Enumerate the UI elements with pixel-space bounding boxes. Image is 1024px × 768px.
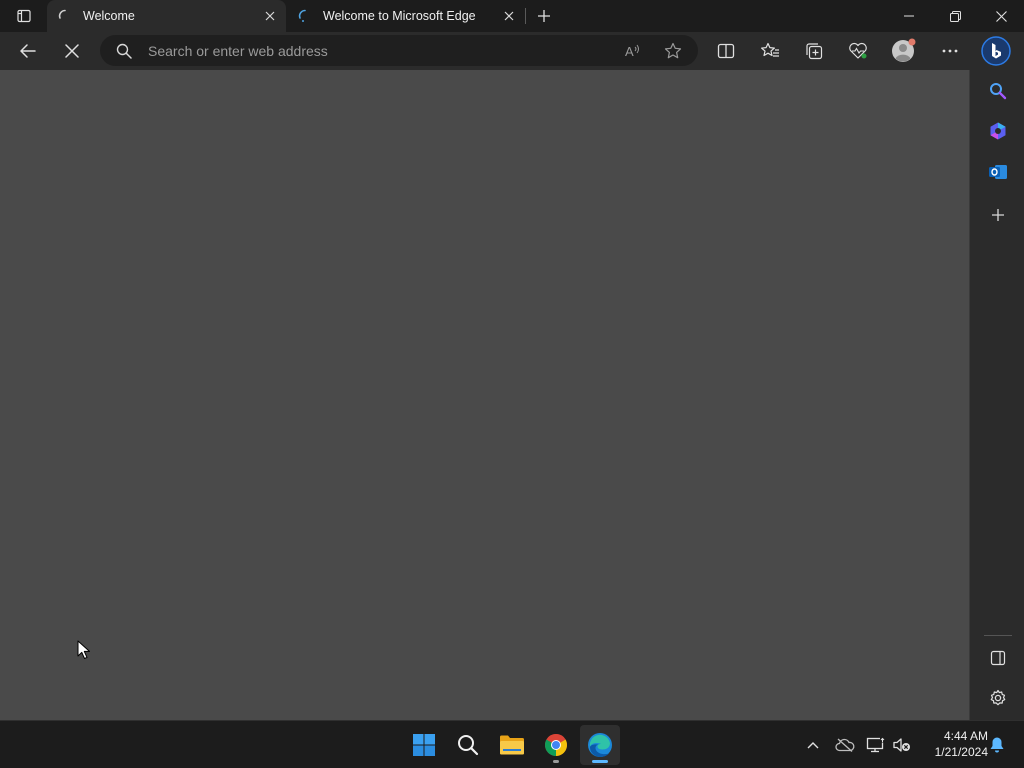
profile-avatar bbox=[892, 38, 916, 62]
split-screen-button[interactable] bbox=[710, 35, 742, 67]
chevron-up-icon bbox=[807, 742, 819, 749]
network-tray-button[interactable] bbox=[866, 735, 886, 755]
plus-icon bbox=[538, 10, 550, 22]
close-window-button[interactable] bbox=[978, 0, 1024, 32]
windows-start-icon bbox=[413, 734, 435, 756]
onedrive-offline-icon bbox=[835, 738, 855, 752]
clock-date: 1/21/2024 bbox=[934, 745, 988, 759]
sidebar-settings-button[interactable] bbox=[984, 684, 1012, 712]
search-icon bbox=[990, 83, 1007, 100]
show-hidden-icons-button[interactable] bbox=[803, 735, 823, 755]
browser-essentials-icon bbox=[849, 42, 867, 59]
tab-title: Welcome to Microsoft Edge bbox=[323, 9, 476, 23]
sidebar-outlook-button[interactable] bbox=[984, 158, 1012, 186]
add-favorite-icon[interactable] bbox=[661, 39, 685, 63]
address-bar[interactable]: A bbox=[100, 35, 698, 66]
volume-muted-icon bbox=[893, 738, 910, 752]
favorites-icon bbox=[761, 42, 779, 57]
tab-title: Welcome bbox=[83, 9, 135, 23]
split-screen-icon bbox=[717, 43, 735, 59]
taskbar-clock[interactable]: 4:44 AM 1/21/2024 bbox=[918, 728, 988, 760]
mouse-pointer-icon bbox=[77, 640, 90, 659]
bing-copilot-icon bbox=[981, 36, 1011, 66]
settings-icon bbox=[990, 689, 1006, 706]
search-icon bbox=[116, 43, 132, 59]
onedrive-tray-button[interactable] bbox=[835, 735, 855, 755]
copilot-icon bbox=[990, 122, 1006, 140]
bing-copilot-button[interactable] bbox=[980, 35, 1012, 67]
navigation-toolbar: A bbox=[0, 32, 1024, 70]
stop-loading-icon bbox=[65, 44, 79, 58]
new-tab-button[interactable] bbox=[532, 4, 556, 28]
read-aloud-icon[interactable]: A bbox=[621, 39, 645, 63]
chrome-icon bbox=[545, 734, 567, 756]
hide-sidebar-icon bbox=[990, 650, 1006, 666]
start-button[interactable] bbox=[404, 725, 444, 765]
sidebar-copilot-button[interactable] bbox=[984, 117, 1012, 145]
tab-actions-icon bbox=[17, 9, 31, 23]
more-options-button[interactable] bbox=[934, 35, 966, 67]
back-icon bbox=[20, 44, 36, 58]
favorites-button[interactable] bbox=[754, 35, 786, 67]
windows-taskbar: 4:44 AM 1/21/2024 bbox=[0, 720, 1024, 768]
file-explorer-button[interactable] bbox=[492, 725, 532, 765]
restore-button[interactable] bbox=[932, 0, 978, 32]
running-indicator bbox=[553, 760, 559, 763]
close-tab-icon[interactable] bbox=[260, 6, 280, 26]
network-icon bbox=[866, 737, 885, 753]
edge-icon bbox=[588, 733, 612, 758]
file-explorer-icon bbox=[500, 735, 524, 755]
tab-actions-button[interactable] bbox=[10, 4, 38, 28]
sidebar-search-button[interactable] bbox=[984, 77, 1012, 105]
edge-button[interactable] bbox=[580, 725, 620, 765]
tab-separator bbox=[525, 8, 526, 24]
active-indicator bbox=[592, 760, 608, 763]
notifications-button[interactable] bbox=[987, 735, 1007, 755]
loading-spinner-icon bbox=[57, 8, 73, 24]
web-page-content[interactable] bbox=[0, 70, 969, 720]
outlook-icon bbox=[989, 165, 1007, 179]
browser-essentials-button[interactable] bbox=[842, 35, 874, 67]
more-icon bbox=[942, 49, 958, 53]
tab-welcome-to-edge[interactable]: Welcome to Microsoft Edge bbox=[287, 0, 525, 32]
minimize-button[interactable] bbox=[886, 0, 932, 32]
add-icon bbox=[992, 209, 1004, 221]
stop-loading-button[interactable] bbox=[56, 35, 88, 67]
restore-icon bbox=[949, 10, 961, 22]
close-icon bbox=[995, 10, 1007, 22]
tab-welcome[interactable]: Welcome bbox=[47, 0, 286, 32]
back-button[interactable] bbox=[12, 35, 44, 67]
sidebar-divider bbox=[984, 635, 1012, 636]
clock-time: 4:44 AM bbox=[943, 729, 988, 743]
chrome-button[interactable] bbox=[536, 725, 576, 765]
address-input[interactable] bbox=[148, 35, 598, 66]
profile-button[interactable] bbox=[888, 35, 920, 67]
close-tab-icon[interactable] bbox=[499, 6, 519, 26]
minimize-icon bbox=[904, 15, 914, 17]
volume-tray-button[interactable] bbox=[892, 735, 912, 755]
search-icon bbox=[458, 735, 479, 756]
taskbar-search-button[interactable] bbox=[448, 725, 488, 765]
edge-sidebar bbox=[969, 70, 1024, 720]
notification-bell-icon bbox=[990, 737, 1004, 753]
svg-text:A: A bbox=[625, 44, 634, 59]
collections-button[interactable] bbox=[798, 35, 830, 67]
hide-sidebar-button[interactable] bbox=[984, 644, 1012, 672]
collections-icon bbox=[806, 43, 823, 60]
sidebar-add-button[interactable] bbox=[984, 201, 1012, 229]
title-bar: Welcome Welcome to Microsoft Edge bbox=[0, 0, 1024, 32]
loading-spinner-icon bbox=[297, 8, 313, 24]
